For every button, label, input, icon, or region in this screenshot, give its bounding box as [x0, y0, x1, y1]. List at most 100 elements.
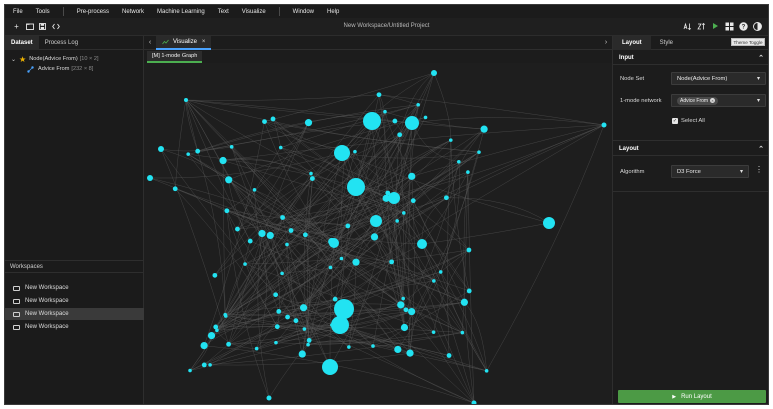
layout-section-header[interactable]: Layout ⌃ — [613, 142, 768, 156]
graph-node[interactable] — [477, 150, 481, 154]
graph-node[interactable] — [347, 178, 365, 196]
graph-node[interactable] — [322, 359, 338, 375]
graph-node[interactable] — [208, 363, 212, 367]
graph-node[interactable] — [288, 228, 294, 233]
graph-node[interactable] — [276, 308, 282, 314]
graph-canvas[interactable] — [144, 63, 612, 405]
graph-node[interactable] — [448, 138, 453, 142]
graph-node[interactable] — [328, 265, 333, 270]
graph-node[interactable] — [431, 330, 436, 334]
graph-node[interactable] — [432, 279, 436, 283]
graph-node[interactable] — [370, 215, 382, 227]
graph-node[interactable] — [457, 159, 461, 164]
chevron-up-icon[interactable]: ⌃ — [758, 54, 764, 62]
graph-node[interactable] — [328, 237, 336, 246]
graph-node[interactable] — [397, 132, 403, 138]
graph-node[interactable] — [389, 259, 395, 265]
chevron-down-icon[interactable]: ⌄ — [11, 56, 16, 63]
graph-node[interactable] — [397, 301, 405, 309]
graph-node[interactable] — [225, 176, 233, 184]
tabs-next-button[interactable]: › — [600, 39, 612, 46]
graph-node[interactable] — [345, 223, 351, 229]
graph-node[interactable] — [460, 330, 465, 335]
graph-node[interactable] — [266, 395, 272, 401]
graph-node[interactable] — [274, 324, 280, 330]
menu-text[interactable]: Text — [218, 9, 229, 15]
tab-style[interactable]: Style — [651, 36, 682, 50]
graph-node[interactable] — [243, 262, 247, 266]
graph-node[interactable] — [601, 122, 607, 128]
menu-help[interactable]: Help — [327, 9, 339, 15]
more-options-icon[interactable]: ⋮ — [755, 165, 763, 174]
graph-node[interactable] — [466, 170, 470, 174]
graph-node[interactable] — [443, 195, 449, 201]
graph-node[interactable] — [334, 145, 350, 161]
input-section-header[interactable]: Input ⌃ — [613, 51, 768, 65]
graph-node[interactable] — [302, 327, 307, 331]
graph-node[interactable] — [417, 239, 427, 249]
menu-tools[interactable]: Tools — [36, 9, 50, 15]
graph-node[interactable] — [394, 345, 402, 354]
graph-node[interactable] — [258, 229, 266, 238]
graph-node[interactable] — [431, 70, 437, 76]
graph-node[interactable] — [334, 299, 354, 319]
graph-node[interactable] — [371, 344, 375, 348]
graph-node[interactable] — [370, 233, 379, 241]
graph-node[interactable] — [200, 342, 208, 350]
graph-node[interactable] — [347, 345, 351, 349]
graph-node[interactable] — [353, 149, 357, 154]
graph-node[interactable] — [207, 332, 216, 340]
help-icon[interactable]: ? — [738, 21, 748, 31]
graph-node[interactable] — [274, 340, 278, 345]
graph-node[interactable] — [273, 292, 279, 298]
graph-node[interactable] — [262, 119, 267, 125]
run-layout-button[interactable]: ▶ Run Layout — [618, 390, 766, 403]
graph-node[interactable] — [403, 307, 409, 313]
graph-node[interactable] — [416, 102, 420, 107]
graph-node[interactable] — [215, 328, 219, 333]
graph-node[interactable] — [543, 217, 555, 229]
workspace-item-selected[interactable]: New Workspace — [5, 308, 144, 320]
graph-node[interactable] — [406, 349, 414, 357]
graph-node[interactable] — [184, 98, 188, 102]
graph-node[interactable] — [147, 175, 153, 181]
graph-node[interactable] — [438, 270, 443, 274]
tab-dataset[interactable]: Dataset — [5, 36, 39, 50]
graph-node[interactable] — [423, 115, 428, 120]
graph-node[interactable] — [306, 337, 312, 343]
graph-node[interactable] — [400, 323, 409, 332]
graph-node[interactable] — [302, 232, 308, 238]
graph-node[interactable] — [408, 307, 416, 316]
select-all-checkbox[interactable]: ✓ — [672, 118, 678, 124]
tree-child-row[interactable]: Advice From [232 × 8] — [5, 64, 143, 74]
graph-node[interactable] — [293, 318, 299, 324]
workspace-item[interactable]: New Workspace — [5, 282, 144, 294]
graph-node[interactable] — [460, 298, 468, 306]
menu-pre-process[interactable]: Pre-process — [77, 9, 109, 15]
subtab-1-mode-graph[interactable]: [M] 1-mode Graph — [147, 51, 203, 63]
graph-node[interactable] — [480, 125, 488, 133]
graph-node[interactable] — [343, 146, 349, 152]
graph-node[interactable] — [306, 342, 310, 347]
graph-node[interactable] — [382, 194, 390, 202]
network-select[interactable]: Advice From × ▾ — [671, 94, 766, 107]
graph-node[interactable] — [385, 190, 391, 196]
graph-node[interactable] — [280, 271, 284, 276]
graph-node[interactable] — [226, 341, 232, 347]
graph-node[interactable] — [466, 247, 472, 253]
graph-node[interactable] — [223, 312, 227, 317]
network-graph[interactable] — [144, 63, 612, 405]
node-set-select[interactable]: Node(Advice From) ▾ — [671, 72, 766, 85]
theme-toggle-icon[interactable] — [752, 21, 762, 31]
sort-az-icon[interactable] — [682, 21, 692, 31]
play-icon[interactable] — [710, 21, 720, 31]
graph-node[interactable] — [376, 92, 382, 98]
menu-visualize[interactable]: Visualize — [242, 9, 266, 15]
graph-node[interactable] — [330, 323, 334, 327]
chevron-up-icon[interactable]: ⌃ — [758, 145, 764, 153]
tree-node-row[interactable]: ⌄ ★ Node(Advice From) [10 × 2] — [5, 54, 143, 64]
menu-machine-learning[interactable]: Machine Learning — [157, 9, 205, 15]
graph-node[interactable] — [392, 118, 398, 124]
graph-node[interactable] — [339, 256, 344, 261]
close-icon[interactable]: × — [202, 39, 206, 45]
